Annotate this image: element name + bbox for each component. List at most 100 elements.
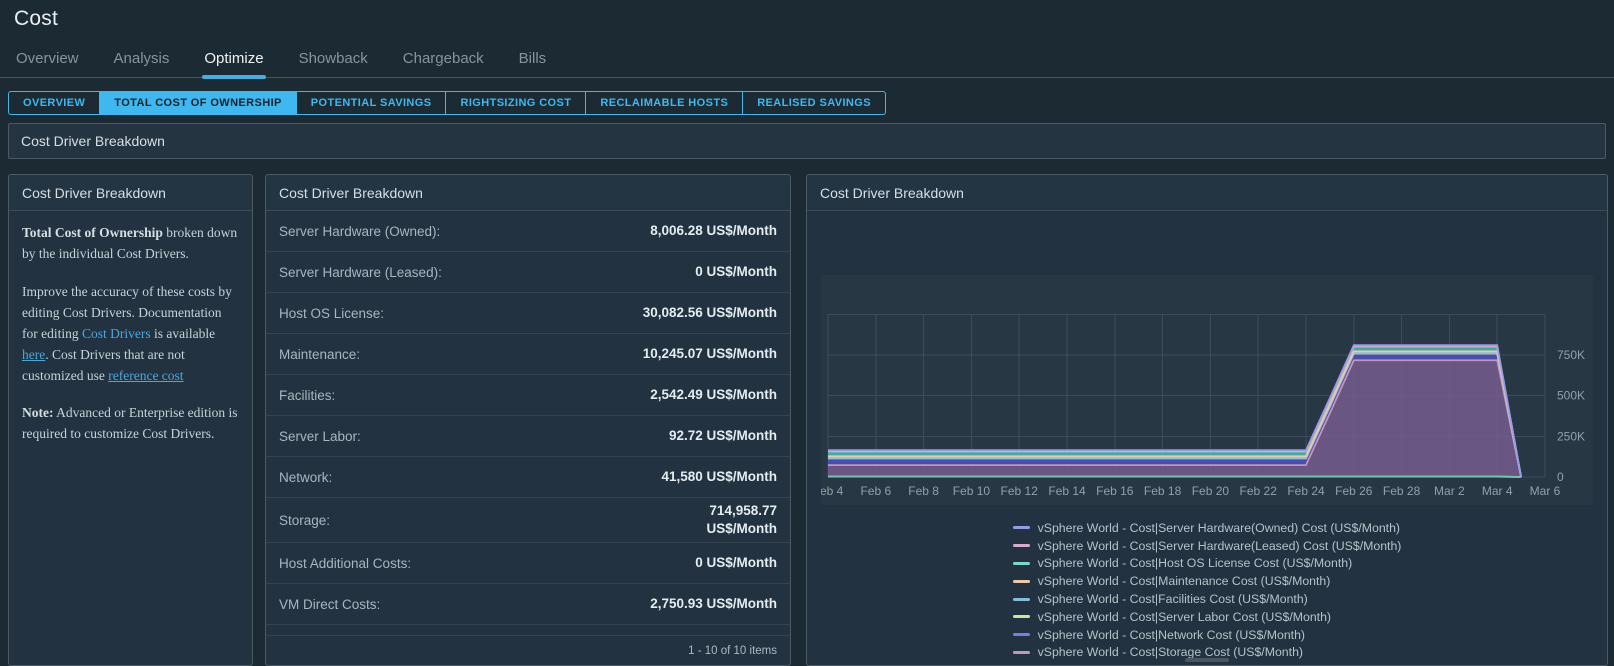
x-axis-tick-label: Feb 4 [821, 484, 844, 498]
cost-driver-label: Server Labor: [279, 428, 361, 444]
legend-item[interactable]: vSphere World - Cost|Facilities Cost (US… [1012, 590, 1402, 608]
cost-table-panel: Cost Driver Breakdown Server Hardware (O… [265, 174, 791, 666]
subtab-realised-savings[interactable]: REALISED SAVINGS [742, 92, 885, 114]
cost-driver-label: VM Direct Costs: [279, 596, 381, 612]
x-axis-tick-label: Feb 14 [1048, 484, 1086, 498]
table-row: Server Labor: 92.72 US$/Month [266, 416, 790, 457]
plain-text: Advanced or Enterprise edition is requir… [22, 405, 238, 442]
description-panel: Cost Driver Breakdown Total Cost of Owne… [8, 174, 253, 666]
cost-driver-value: 2,542.49 US$/Month [650, 386, 777, 402]
cost-driver-value: 714,958.77 US$/Month [706, 503, 778, 537]
x-axis-tick-label: Feb 6 [860, 484, 891, 498]
legend-swatch [1012, 579, 1030, 583]
legend-swatch [1012, 633, 1030, 637]
cost-driver-value: 30,082.56 US$/Month [642, 304, 777, 320]
x-axis-tick-label: Feb 26 [1335, 484, 1373, 498]
section-header-title: Cost Driver Breakdown [21, 133, 165, 149]
legend-item[interactable]: vSphere World - Cost|Host OS License Cos… [1012, 555, 1402, 573]
cost-driver-label: Server Hardware (Owned): [279, 223, 441, 239]
cost-driver-label: Facilities: [279, 387, 336, 403]
chart-panel: Cost Driver Breakdown Feb 4Feb 6Feb 8Feb… [806, 174, 1608, 666]
paragraph-1: Total Cost of Ownership broken down by t… [22, 223, 239, 265]
cost-driver-value: 2,750.93 US$/Month [650, 596, 777, 612]
legend-item[interactable]: vSphere World - Cost|Server Hardware(Lea… [1012, 537, 1401, 555]
pagination-status: 1 - 10 of 10 items [266, 635, 790, 665]
y-axis-tick-label: 500K [1557, 389, 1585, 403]
chart-legend: vSphere World - Cost|Server Hardware(Own… [1012, 519, 1402, 665]
chart-canvas: Feb 4 Feb 6 Feb 8 Feb 10 Feb 12 Feb 14 Feb 16 F… [813, 313, 1585, 498]
table-row: Storage: 714,958.77 US$/Month [266, 498, 790, 544]
x-axis-tick-label: Feb 8 [908, 484, 939, 498]
cost-driver-label: Host OS License: [279, 305, 385, 321]
tab-bills[interactable]: Bills [517, 50, 549, 77]
legend-swatch [1012, 650, 1030, 654]
legend-item[interactable]: vSphere World - Cost|Additional Cost (US… [1013, 661, 1402, 665]
chart-panel-title: Cost Driver Breakdown [807, 175, 1607, 211]
cost-driver-label: Network: [279, 469, 333, 485]
legend-swatch [1012, 615, 1030, 619]
plain-text: is available [150, 325, 216, 341]
x-axis-tick-label: Feb 10 [953, 484, 991, 498]
items-count-label: 1 - 10 of 10 items [688, 644, 777, 657]
x-axis-tick-label: Feb 24 [1287, 484, 1325, 498]
subtab-total-cost[interactable]: TOTAL COST OF OWNERSHIP [99, 92, 296, 114]
cost-driver-value: 10,245.07 US$/Month [642, 345, 777, 361]
description-text: Total Cost of Ownership broken down by t… [9, 211, 252, 474]
legend-scrollbar-thumb[interactable] [1185, 658, 1229, 662]
cost-driver-label: Storage: [279, 512, 331, 528]
legend-swatch [1012, 544, 1030, 548]
table-row: Host OS License: 30,082.56 US$/Month [266, 293, 790, 334]
tab-overview[interactable]: Overview [14, 50, 81, 77]
paragraph-3: Note: Advanced or Enterprise edition is … [22, 403, 239, 445]
legend-swatch [1012, 561, 1030, 565]
legend-item[interactable]: vSphere World - Cost|Server Labor Cost (… [1012, 608, 1402, 626]
x-axis-tick-label: Feb 22 [1240, 484, 1278, 498]
x-axis-tick-label: Feb 18 [1144, 484, 1182, 498]
section-header[interactable]: Cost Driver Breakdown [8, 123, 1606, 159]
legend-item[interactable]: vSphere World - Cost|Network Cost (US$/M… [1012, 626, 1402, 644]
cost-table: Server Hardware (Owned): 8,006.28 US$/Mon… [266, 211, 790, 635]
x-axis-tick-label: Feb 16 [1096, 484, 1134, 498]
tab-showback[interactable]: Showback [297, 50, 370, 77]
legend-label: vSphere World - Cost|Server Hardware(Own… [1037, 520, 1401, 535]
tab-chargeback[interactable]: Chargeback [401, 50, 486, 77]
here-link[interactable]: here [22, 347, 45, 362]
legend-swatch [1012, 526, 1030, 530]
table-row: Host Additional Costs: 0 US$/Month [266, 543, 790, 585]
table-row: Facilities: 2,542.49 US$/Month [266, 375, 790, 416]
cost-driver-value: 41,580 US$/Month [661, 468, 777, 484]
cost-driver-label: Host Additional Costs: [279, 555, 412, 571]
legend-label: vSphere World - Cost|Maintenance Cost (U… [1037, 574, 1331, 589]
legend-swatch [1012, 597, 1030, 601]
subtab-rightsizing-cost[interactable]: RIGHTSIZING COST [445, 92, 585, 114]
x-axis-tick-label: Feb 12 [1001, 484, 1039, 498]
subtab-potential-savings[interactable]: POTENTIAL SAVINGS [295, 92, 446, 114]
table-row: Network: 41,580 US$/Month [266, 457, 790, 498]
table-row: Server Hardware (Owned): 8,006.28 US$/Mon… [266, 211, 790, 252]
tab-analysis[interactable]: Analysis [112, 50, 172, 77]
bold-text: Total Cost of Ownership [22, 225, 163, 240]
cost-drivers-link[interactable]: Cost Drivers [82, 326, 151, 341]
legend-label: vSphere World - Cost|Storage Cost (US$/M… [1037, 645, 1303, 660]
subtab-reclaimable-hosts[interactable]: RECLAIMABLE HOSTS [585, 92, 742, 114]
cost-driver-label: Server Hardware (Leased): [279, 264, 442, 280]
y-axis-tick-label: 0 [1557, 470, 1564, 484]
table-row: VM Direct Costs: 2,750.93 US$/Month [266, 584, 790, 626]
table-row: Maintenance: 10,245.07 US$/Month [266, 334, 790, 375]
cost-driver-value: 0 US$/Month [695, 263, 777, 279]
paragraph-2: Improve the accuracy of these costs by e… [22, 282, 239, 387]
cost-driver-value: 92.72 US$/Month [668, 427, 777, 443]
legend-item[interactable]: vSphere World - Cost|Server Hardware(Own… [1012, 519, 1402, 537]
tab-optimize[interactable]: Optimize [202, 50, 266, 79]
stacked-area-chart: Feb 4 Feb 6 Feb 8 Feb 10 Feb 12 Feb 14 Feb 16 F… [813, 275, 1593, 505]
legend-label: vSphere World - Cost|Server Labor Cost (… [1037, 609, 1332, 624]
legend-item[interactable]: vSphere World - Cost|Maintenance Cost (U… [1012, 572, 1402, 590]
reference-cost-link[interactable]: reference cost [108, 368, 183, 383]
x-axis-tick-label: Mar 6 [1530, 484, 1561, 498]
x-axis-tick-label: Feb 20 [1192, 484, 1230, 498]
subtab-overview[interactable]: OVERVIEW [9, 92, 99, 114]
legend-label: vSphere World - Cost|Facilities Cost (US… [1037, 592, 1308, 607]
legend-label: vSphere World - Cost|Network Cost (US$/M… [1037, 627, 1306, 642]
x-axis-tick-label: Mar 4 [1482, 484, 1513, 498]
y-axis-tick-label: 750K [1557, 348, 1585, 362]
